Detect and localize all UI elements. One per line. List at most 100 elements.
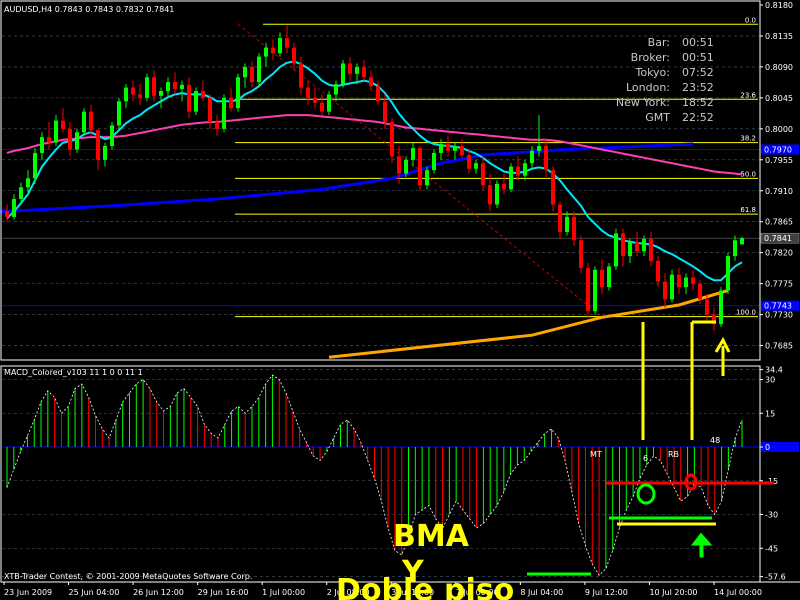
time-tick-label: 9 Jul 12:00 <box>585 588 628 597</box>
candle-body <box>131 87 135 95</box>
candle-body <box>600 269 604 288</box>
candle-body <box>229 97 233 109</box>
candle-body <box>243 66 247 78</box>
price-tick-label: 0.7910 <box>765 187 793 196</box>
candle-body <box>551 170 555 205</box>
info-panel-label: Broker: <box>631 51 670 64</box>
candle-body <box>565 216 569 233</box>
candle-body <box>327 94 331 112</box>
candle-body <box>432 152 436 171</box>
candle-body <box>159 90 163 96</box>
price-tick-label: 0.7685 <box>765 342 793 351</box>
candle-body <box>117 101 121 126</box>
macd-tick-label: -45 <box>765 544 778 553</box>
candle-body <box>124 87 128 102</box>
macd-header: MACD_Colored_v103 11 1 0 0 11 1 <box>4 368 143 377</box>
candle-body <box>425 170 429 186</box>
candle-body <box>663 281 667 300</box>
candle-body <box>264 47 268 57</box>
time-tick-label: 25 Jun 04:00 <box>69 588 120 597</box>
candle-body <box>439 143 443 153</box>
price-tick-label: 0.7775 <box>765 280 793 289</box>
price-tick-label: 0.8180 <box>765 1 793 10</box>
chart-background <box>0 0 800 600</box>
candle-body <box>5 211 9 217</box>
fib-level-label: 38.2 <box>740 135 756 143</box>
candle-body <box>635 242 639 252</box>
candle-body <box>110 125 114 147</box>
candle-body <box>453 146 457 151</box>
candle-body <box>299 63 303 88</box>
candle-body <box>614 233 618 267</box>
candle-body <box>26 178 30 188</box>
macd-tick-label: -30 <box>765 511 778 520</box>
candle-body <box>411 148 415 160</box>
candle-body <box>103 146 107 160</box>
blue-level-label: 0.7743 <box>764 302 792 311</box>
candle-body <box>705 299 709 315</box>
candle-body <box>40 137 44 153</box>
candle-body <box>677 274 681 288</box>
fib-level-label: 23.6 <box>740 91 756 99</box>
candle-body <box>642 238 646 252</box>
candle-body <box>75 132 79 150</box>
info-panel-label: London: <box>626 81 670 94</box>
annot-label-mt: MT <box>590 450 602 459</box>
candle-body <box>621 233 625 257</box>
candle-body <box>33 152 37 179</box>
price-tick-label: 0.8135 <box>765 32 793 41</box>
candle-body <box>257 56 261 83</box>
annot-doble-piso: Doble piso <box>336 573 514 600</box>
candle-body <box>383 101 387 122</box>
candle-body <box>376 86 380 102</box>
candle-body <box>537 146 541 151</box>
macd-tick-label: 30 <box>765 376 775 385</box>
candle-body <box>530 150 534 164</box>
candle-body <box>523 163 527 176</box>
time-tick-label: 14 Jul 00:00 <box>714 588 762 597</box>
candle-body <box>194 90 198 112</box>
candle-body <box>285 38 289 48</box>
candle-body <box>719 290 723 325</box>
candle-body <box>96 130 100 160</box>
candle-body <box>369 77 373 87</box>
macd-tick-label: 34.4 <box>765 366 783 375</box>
candle-body <box>68 128 72 150</box>
current-price-label: 0.7841 <box>764 234 792 243</box>
candle-body <box>656 260 660 282</box>
price-tick-label: 0.7730 <box>765 311 793 320</box>
candle-body <box>292 47 296 64</box>
info-panel-value: 00:51 <box>682 36 714 49</box>
candle-body <box>180 84 184 89</box>
candle-body <box>726 256 730 291</box>
candle-body <box>348 63 352 74</box>
candle-body <box>152 77 156 96</box>
candle-body <box>61 120 65 129</box>
fib-level-label: 61.8 <box>740 206 756 214</box>
candle-body <box>474 163 478 169</box>
candle-body <box>19 187 23 200</box>
candle-body <box>509 166 513 190</box>
time-tick-label: 29 Jun 16:00 <box>198 588 249 597</box>
macd-tick-label: 15 <box>765 409 775 418</box>
candle-body <box>579 240 583 268</box>
candle-body <box>201 90 205 98</box>
info-panel-value: 23:52 <box>682 81 714 94</box>
candle-body <box>607 266 611 288</box>
annot-bma: BMA <box>393 519 470 554</box>
candle-body <box>488 185 492 205</box>
candle-body <box>460 146 464 155</box>
candle-body <box>89 111 93 131</box>
candle-body <box>390 121 394 157</box>
candle-body <box>544 146 548 171</box>
candle-body <box>47 137 51 143</box>
candle-body <box>222 97 226 129</box>
symbol-header: AUDUSD,H4 0.7843 0.7843 0.7832 0.7841 <box>4 5 174 14</box>
candle-body <box>684 277 688 288</box>
candle-body <box>670 274 674 300</box>
fib-level-label: 50.0 <box>740 170 756 178</box>
annot-label-rb: RB <box>668 450 679 459</box>
candle-body <box>740 238 744 245</box>
candle-body <box>495 183 499 205</box>
candle-body <box>173 82 177 89</box>
